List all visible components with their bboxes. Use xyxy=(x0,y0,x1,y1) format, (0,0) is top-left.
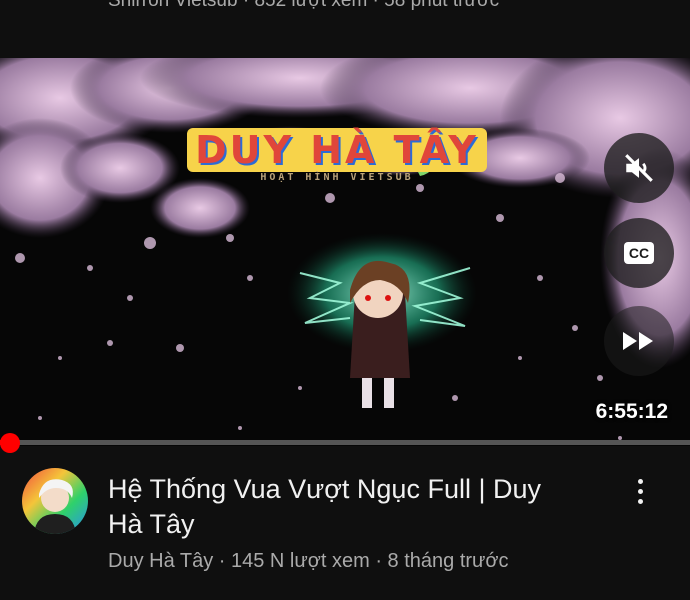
mute-button[interactable] xyxy=(604,133,674,203)
channel-logo-overlay: DUY HÀ TÂY HOẠT HÌNH VIETSUB xyxy=(182,128,492,183)
previous-video-meta: Shirron Vietsub · 852 lượt xem · 58 phút… xyxy=(108,0,500,11)
video-thumbnail-artwork xyxy=(0,58,690,446)
progress-scrubber[interactable] xyxy=(0,433,21,453)
captions-button[interactable]: CC xyxy=(604,218,674,288)
logo-subtitle: HOẠT HÌNH VIETSUB xyxy=(260,172,414,183)
progress-bar[interactable] xyxy=(0,440,690,445)
fast-forward-button[interactable] xyxy=(604,306,674,376)
video-title[interactable]: Hệ Thống Vua Vượt Ngục Full | Duy Hà Tây xyxy=(108,472,578,542)
closed-captions-icon: CC xyxy=(624,242,654,264)
avatar-icon xyxy=(22,468,88,534)
more-vert-icon xyxy=(637,478,643,484)
logo-title: DUY HÀ TÂY xyxy=(187,128,487,172)
video-duration: 6:55:12 xyxy=(595,400,668,423)
fast-forward-icon xyxy=(623,332,653,350)
channel-avatar[interactable] xyxy=(22,468,88,534)
video-player[interactable]: DUY HÀ TÂY HOẠT HÌNH VIETSUB CC xyxy=(0,58,690,446)
volume-off-icon xyxy=(625,154,653,182)
video-meta: Duy Hà Tây · 145 N lượt xem · 8 tháng tr… xyxy=(108,550,509,572)
more-options-button[interactable] xyxy=(622,472,658,510)
